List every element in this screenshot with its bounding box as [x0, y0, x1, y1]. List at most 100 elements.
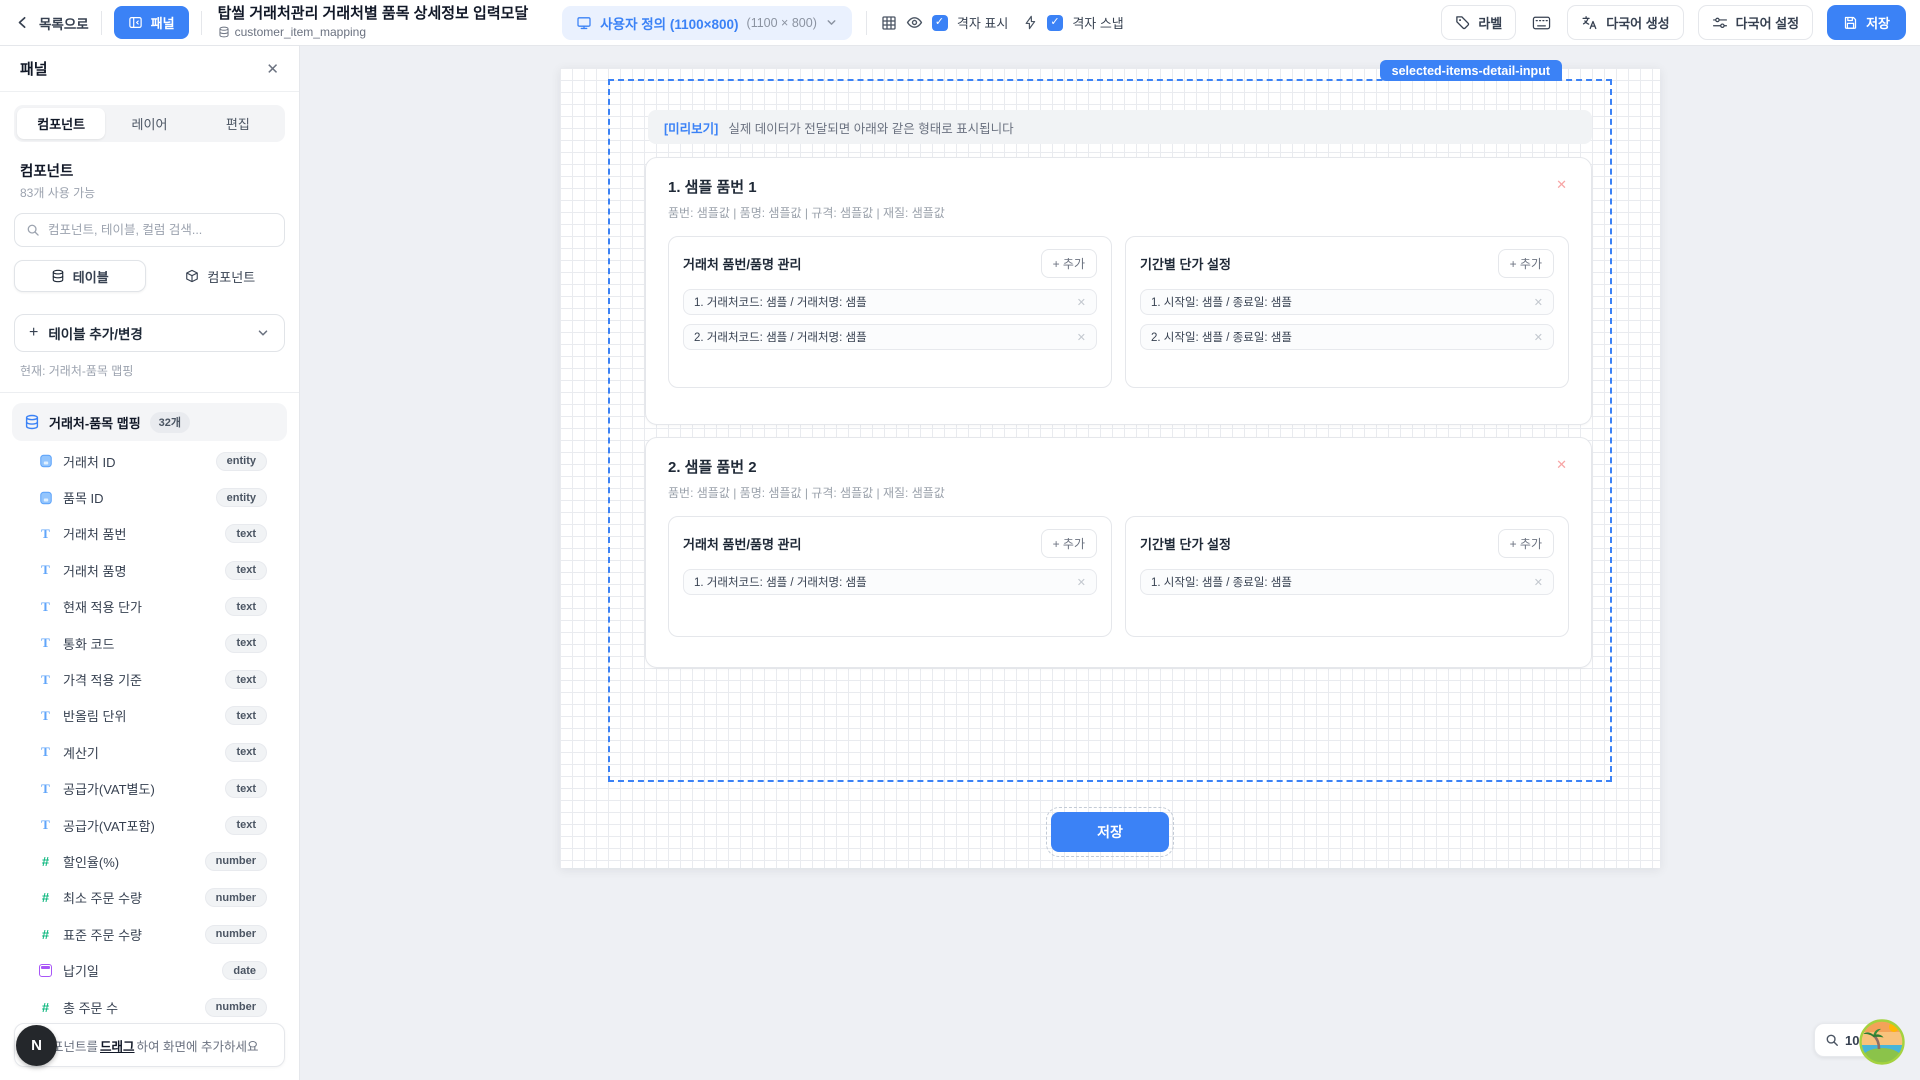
- remove-row-icon[interactable]: ✕: [1077, 576, 1086, 589]
- save-disk-icon: [1843, 15, 1858, 30]
- text-field-icon: T: [38, 526, 53, 542]
- tab-edit[interactable]: 편집: [194, 108, 282, 139]
- field-row[interactable]: T 거래처 품명 text: [14, 552, 285, 588]
- field-row[interactable]: T 공급가(VAT포함) text: [14, 807, 285, 843]
- number-field-icon: #: [38, 854, 53, 869]
- grid-icon: [881, 15, 897, 31]
- canvas-save-button[interactable]: 저장: [1051, 812, 1169, 852]
- label-button[interactable]: 라벨: [1441, 5, 1516, 40]
- table-group-name: 거래처-품목 맵핑: [49, 413, 141, 432]
- field-type-badge: text: [225, 816, 267, 835]
- island-emoji-badge[interactable]: [1858, 1018, 1906, 1066]
- close-icon[interactable]: ✕: [266, 60, 279, 78]
- field-row[interactable]: # 할인율(%) number: [14, 843, 285, 879]
- field-row[interactable]: 납기일 date: [14, 952, 285, 988]
- field-name: 표준 주문 수량: [63, 925, 142, 944]
- grid-show-checkbox[interactable]: [932, 15, 948, 31]
- divider: [201, 11, 202, 35]
- field-name: 할인율(%): [63, 852, 119, 871]
- database-icon: [218, 26, 230, 38]
- add-row-button[interactable]: + 추가: [1498, 249, 1554, 278]
- field-name: 가격 적용 기준: [63, 670, 142, 689]
- tab-components[interactable]: 컴포넌트: [17, 108, 105, 139]
- field-name: 납기일: [63, 961, 99, 980]
- tab-layers[interactable]: 레이어: [105, 108, 193, 139]
- remove-item-icon[interactable]: ✕: [1554, 456, 1569, 473]
- field-row[interactable]: T 공급가(VAT별도) text: [14, 771, 285, 807]
- field-row[interactable]: 품목 ID entity: [14, 479, 285, 515]
- canvas-area: selected-items-detail-input [미리보기] 실제 데이…: [300, 46, 1920, 1080]
- field-type-badge: text: [225, 561, 267, 580]
- grid-snap-checkbox[interactable]: [1047, 15, 1063, 31]
- back-to-list-button[interactable]: 목록으로: [14, 13, 89, 33]
- avatar[interactable]: N: [16, 1025, 57, 1066]
- table-group-header[interactable]: 거래처-품목 맵핑 32개: [12, 403, 287, 441]
- toggle-components[interactable]: 컴포넌트: [156, 260, 286, 292]
- chevron-down-icon: [256, 326, 270, 340]
- vendor-codes-panel: 거래처 품번/품명 관리 + 추가 1. 거래처코드: 샘플 / 거래처명: 샘…: [668, 236, 1112, 388]
- divider: [0, 392, 299, 393]
- panel-toggle-button[interactable]: 패널: [114, 6, 189, 39]
- field-row[interactable]: # 최소 주문 수량 number: [14, 880, 285, 916]
- text-field-icon: T: [38, 817, 53, 833]
- remove-row-icon[interactable]: ✕: [1077, 331, 1086, 344]
- translate-icon: [1581, 14, 1598, 31]
- number-field-icon: #: [38, 927, 53, 942]
- component-search[interactable]: [14, 213, 285, 247]
- field-type-badge: entity: [216, 452, 267, 471]
- tag-icon: [1455, 15, 1470, 30]
- field-row[interactable]: T 통화 코드 text: [14, 625, 285, 661]
- field-row[interactable]: 거래처 ID entity: [14, 443, 285, 479]
- field-row[interactable]: T 가격 적용 기준 text: [14, 661, 285, 697]
- remove-row-icon[interactable]: ✕: [1534, 331, 1543, 344]
- period-price-panel: 기간별 단가 설정 + 추가 1. 시작일: 샘플 / 종료일: 샘플 ✕ 2.…: [1125, 236, 1569, 388]
- field-name: 현재 적용 단가: [63, 597, 142, 616]
- add-table-dropdown[interactable]: + 테이블 추가/변경: [14, 314, 285, 352]
- item-card-subtitle: 품번: 샘플값 | 품명: 샘플값 | 규격: 샘플값 | 재질: 샘플값: [668, 484, 1569, 501]
- period-price-panel: 기간별 단가 설정 + 추가 1. 시작일: 샘플 / 종료일: 샘플 ✕: [1125, 516, 1569, 637]
- field-name: 반올림 단위: [63, 706, 126, 725]
- field-type-badge: text: [225, 779, 267, 798]
- i18n-generate-button[interactable]: 다국어 생성: [1567, 5, 1683, 40]
- design-canvas[interactable]: selected-items-detail-input [미리보기] 실제 데이…: [560, 68, 1660, 868]
- keyboard-shortcuts-button[interactable]: [1530, 13, 1553, 33]
- field-row[interactable]: # 표준 주문 수량 number: [14, 916, 285, 952]
- remove-row-icon[interactable]: ✕: [1534, 296, 1543, 309]
- field-type-badge: number: [205, 888, 267, 907]
- components-section-title: 컴포넌트: [20, 160, 279, 181]
- date-field-icon: [38, 964, 53, 977]
- selection-tooltip: selected-items-detail-input: [1380, 60, 1562, 81]
- field-row[interactable]: T 반올림 단위 text: [14, 698, 285, 734]
- text-field-icon: T: [38, 781, 53, 797]
- field-row[interactable]: T 현재 적용 단가 text: [14, 589, 285, 625]
- database-icon: [51, 269, 65, 283]
- list-item: 1. 거래처코드: 샘플 / 거래처명: 샘플 ✕: [683, 289, 1097, 315]
- add-row-button[interactable]: + 추가: [1498, 529, 1554, 558]
- field-name: 공급가(VAT포함): [63, 816, 155, 835]
- i18n-settings-button[interactable]: 다국어 설정: [1698, 5, 1813, 40]
- viewport-size-dropdown[interactable]: 사용자 정의 (1100×800) (1100 × 800): [562, 6, 852, 40]
- field-row[interactable]: # 총 주문 수 number: [14, 989, 285, 1025]
- save-button[interactable]: 저장: [1827, 5, 1906, 40]
- item-card-subtitle: 품번: 샘플값 | 품명: 샘플값 | 규격: 샘플값 | 재질: 샘플값: [668, 204, 1569, 221]
- current-table-label: 현재: 거래처-품목 맵핑: [20, 362, 279, 379]
- panel-title: 패널: [20, 58, 48, 79]
- search-input[interactable]: [48, 223, 273, 237]
- table-count-badge: 32개: [150, 412, 190, 433]
- field-row[interactable]: T 계산기 text: [14, 734, 285, 770]
- remove-row-icon[interactable]: ✕: [1077, 296, 1086, 309]
- toggle-tables[interactable]: 테이블: [14, 260, 146, 292]
- field-row[interactable]: T 거래처 품번 text: [14, 516, 285, 552]
- remove-row-icon[interactable]: ✕: [1534, 576, 1543, 589]
- list-item: 1. 시작일: 샘플 / 종료일: 샘플 ✕: [1140, 569, 1554, 595]
- text-field-icon: T: [38, 672, 53, 688]
- panel-tab-bar: 컴포넌트 레이어 편집: [14, 105, 285, 142]
- remove-item-icon[interactable]: ✕: [1554, 176, 1569, 193]
- sample-item-card-1: 1. 샘플 품번 1 ✕ 품번: 샘플값 | 품명: 샘플값 | 규격: 샘플값…: [645, 157, 1592, 425]
- list-item: 1. 거래처코드: 샘플 / 거래처명: 샘플 ✕: [683, 569, 1097, 595]
- add-row-button[interactable]: + 추가: [1041, 529, 1097, 558]
- add-row-button[interactable]: + 추가: [1041, 249, 1097, 278]
- entity-field-icon: [38, 491, 53, 505]
- field-name: 품목 ID: [63, 488, 104, 507]
- field-name: 거래처 품번: [63, 524, 126, 543]
